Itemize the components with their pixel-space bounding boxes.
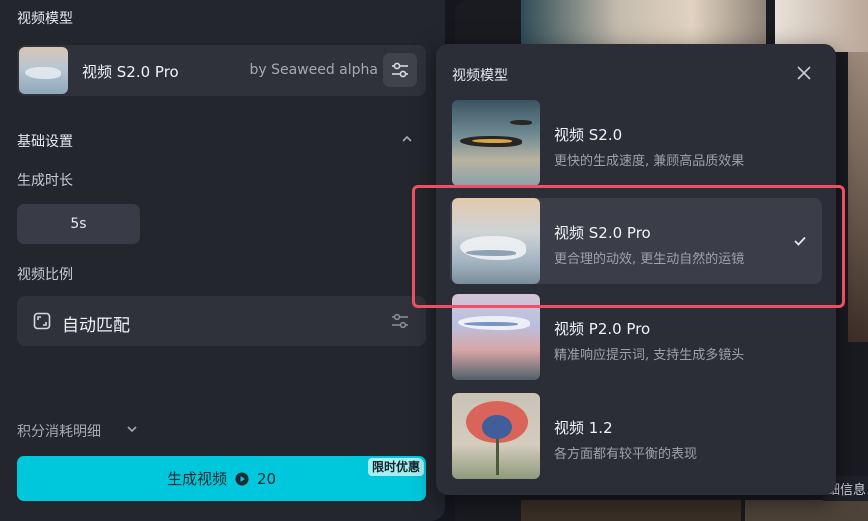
sliders-icon — [392, 62, 408, 78]
aspect-ratio-icon — [33, 312, 51, 330]
ratio-selector[interactable]: 自动匹配 — [17, 296, 426, 346]
whale-shape — [466, 250, 516, 256]
gallery-image[interactable] — [521, 500, 741, 521]
option-name: 视频 S2.0 Pro — [554, 224, 651, 242]
option-description: 更快的生成速度, 兼顾高品质效果 — [554, 154, 745, 169]
option-name: 视频 1.2 — [554, 419, 613, 437]
cost-detail-toggle[interactable]: 积分消耗明细 — [17, 421, 101, 441]
gallery-image[interactable] — [745, 500, 868, 521]
gallery-image[interactable] — [848, 52, 868, 342]
ratio-label: 视频比例 — [17, 267, 73, 283]
model-name: 视频 S2.0 Pro — [82, 63, 179, 81]
whale-shape — [464, 322, 518, 326]
duration-label: 生成时长 — [17, 173, 73, 189]
whale-shape — [460, 236, 526, 260]
model-option-1-2[interactable]: 视频 1.2 各方面都有较平衡的表现 — [450, 393, 822, 479]
close-icon[interactable] — [797, 66, 811, 80]
option-description: 精准响应提示词, 支持生成多镜头 — [554, 348, 745, 363]
model-thumbnail — [19, 47, 68, 94]
generate-label: 生成视频 — [166, 470, 227, 488]
checkmark-icon — [794, 236, 806, 246]
flower-shape — [482, 415, 512, 439]
chevron-down-icon[interactable] — [126, 424, 138, 434]
whale-shape — [25, 67, 61, 79]
whale-shape — [472, 139, 512, 143]
model-option-p2-pro[interactable]: 视频 P2.0 Pro 精准响应提示词, 支持生成多镜头 — [450, 294, 822, 380]
model-option-s2[interactable]: 视频 S2.0 更快的生成速度, 兼顾高品质效果 — [450, 100, 822, 186]
option-name: 视频 P2.0 Pro — [554, 320, 651, 338]
model-selector[interactable]: 视频 S2.0 Pro by Seaweed alpha — [17, 45, 426, 96]
option-name: 视频 S2.0 — [554, 126, 623, 144]
option-description: 更合理的动效, 更生动自然的运镜 — [554, 252, 745, 267]
chevron-up-icon[interactable] — [402, 134, 412, 144]
model-thumbnail — [452, 393, 540, 479]
generate-video-button[interactable]: 生成视频 20 限时优惠 — [17, 456, 426, 501]
settings-panel: 视频模型 视频 S2.0 Pro by Seaweed alpha 基础设置 生… — [0, 0, 445, 521]
popover-title: 视频模型 — [452, 68, 508, 84]
duration-option-button[interactable]: 5s — [17, 204, 140, 244]
whale-shape — [510, 120, 532, 125]
model-thumbnail — [452, 294, 540, 380]
model-option-s2-pro[interactable]: 视频 S2.0 Pro 更合理的动效, 更生动自然的运镜 — [450, 198, 822, 284]
option-description: 各方面都有较平衡的表现 — [554, 447, 698, 462]
ratio-value: 自动匹配 — [62, 316, 130, 336]
credit-icon — [235, 472, 249, 485]
model-provider: by Seaweed alpha — [249, 62, 378, 78]
model-thumbnail — [452, 198, 540, 284]
model-settings-button[interactable] — [383, 53, 417, 87]
generate-cost: 20 — [256, 469, 277, 488]
sliders-icon[interactable] — [391, 312, 409, 330]
flower-stem — [496, 439, 499, 475]
model-thumbnail — [452, 100, 540, 186]
model-picker-popover: 视频模型 视频 S2.0 更快的生成速度, 兼顾高品质效果 视频 S2.0 Pr… — [436, 44, 836, 495]
model-section-title: 视频模型 — [17, 11, 73, 27]
promo-badge: 限时优惠 — [367, 458, 424, 476]
basic-settings-title: 基础设置 — [17, 134, 73, 150]
